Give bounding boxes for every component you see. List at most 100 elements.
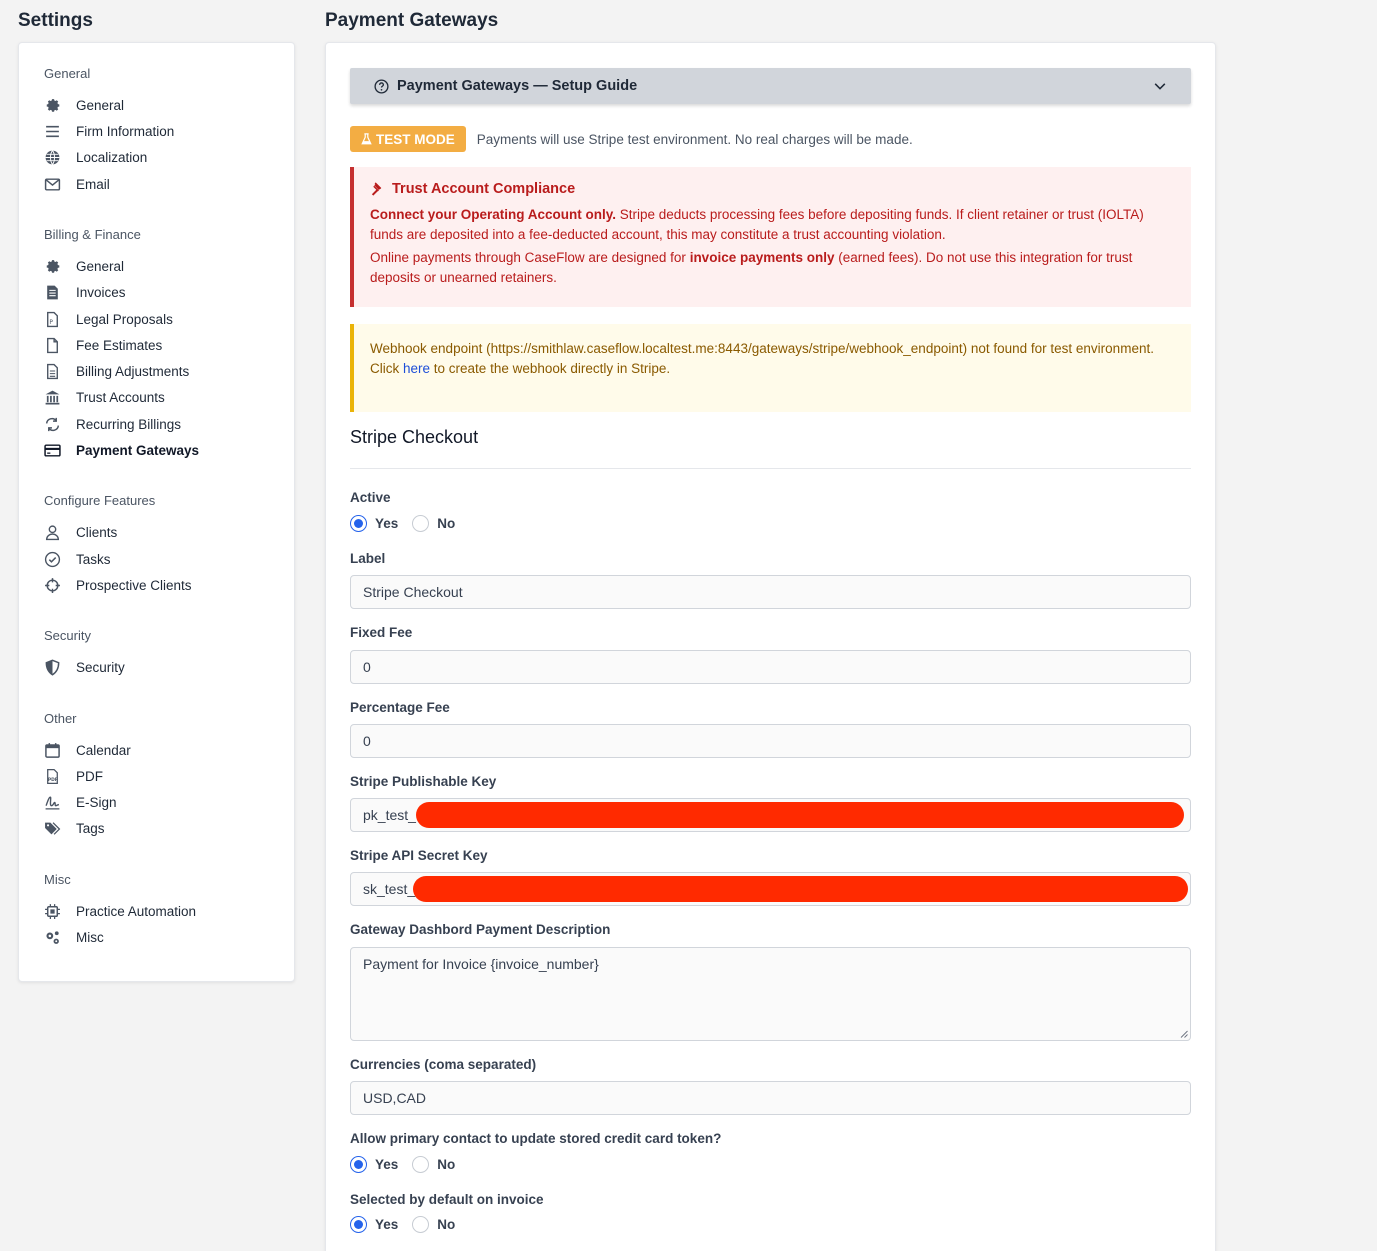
sidebar-item-label: Tags xyxy=(76,820,105,836)
active-label: Active xyxy=(350,490,391,505)
chip-icon xyxy=(44,903,61,920)
description-textarea[interactable]: Payment for Invoice {invoice_number} xyxy=(350,947,1191,1041)
webhook-warning-alert: Webhook endpoint (https://smithlaw.casef… xyxy=(350,324,1191,412)
settings-sidebar: General General Firm Information Localiz… xyxy=(18,42,295,982)
tags-icon xyxy=(44,820,61,837)
trust-compliance-paragraph-1: Connect your Operating Account only. Str… xyxy=(370,205,1175,244)
repeat-icon xyxy=(44,416,61,433)
webhook-warning-action: Click here to create the webhook directl… xyxy=(370,359,1175,379)
file-icon xyxy=(44,337,61,354)
secret-key-value: sk_test_ xyxy=(363,881,416,897)
secret-key-label: Stripe API Secret Key xyxy=(350,848,488,863)
sidebar-item-recurring-billings[interactable]: Recurring Billings xyxy=(44,413,284,435)
trust-compliance-emphasis: Connect your Operating Account only. xyxy=(370,207,617,222)
radio-label: No xyxy=(437,1217,456,1232)
sidebar-item-payment-gateways[interactable]: Payment Gateways xyxy=(44,439,284,461)
sidebar-item-security[interactable]: Security xyxy=(44,656,284,678)
sidebar-section-security: Security xyxy=(44,628,91,643)
active-no-radio[interactable]: No xyxy=(412,515,455,532)
redaction-mark xyxy=(413,876,1188,902)
gears-icon xyxy=(44,929,61,946)
resize-handle-icon[interactable] xyxy=(1180,1030,1188,1038)
sidebar-item-misc[interactable]: Misc xyxy=(44,926,284,948)
sidebar-item-label: Fee Estimates xyxy=(76,337,163,353)
sidebar-item-legal-proposals[interactable]: P Legal Proposals xyxy=(44,308,284,330)
pdf-icon: PDF xyxy=(44,768,61,785)
sidebar-item-trust-accounts[interactable]: Trust Accounts xyxy=(44,386,284,408)
radio-dot xyxy=(412,1156,430,1173)
label-input[interactable]: Stripe Checkout xyxy=(350,575,1191,609)
divider xyxy=(350,468,1191,469)
sidebar-item-calendar[interactable]: Calendar xyxy=(44,739,284,761)
trust-compliance-text: Online payments through CaseFlow are des… xyxy=(370,250,690,265)
trust-compliance-title: Trust Account Compliance xyxy=(370,181,1175,197)
sidebar-item-prospective-clients[interactable]: Prospective Clients xyxy=(44,574,284,596)
active-radio-group: Yes No xyxy=(350,515,469,532)
sidebar-item-general[interactable]: General xyxy=(44,94,284,116)
active-yes-radio[interactable]: Yes xyxy=(350,515,398,532)
sidebar-item-label: Recurring Billings xyxy=(76,416,182,432)
gear-icon xyxy=(44,97,61,114)
sidebar-item-tags[interactable]: Tags xyxy=(44,817,284,839)
radio-label: Yes xyxy=(375,516,399,531)
percentage-fee-label: Percentage Fee xyxy=(350,700,450,715)
trust-compliance-emphasis: invoice payments only xyxy=(689,250,835,265)
sidebar-item-firm-information[interactable]: Firm Information xyxy=(44,120,284,142)
sidebar-item-practice-automation[interactable]: Practice Automation xyxy=(44,900,284,922)
user-icon xyxy=(44,524,61,541)
sidebar-item-label: Calendar xyxy=(76,742,131,758)
label-field-label: Label xyxy=(350,551,386,566)
sidebar-item-label: Misc xyxy=(76,929,104,945)
currencies-input[interactable]: USD,CAD xyxy=(350,1081,1191,1115)
sidebar-item-e-sign[interactable]: E-Sign xyxy=(44,791,284,813)
default-selected-yes-radio[interactable]: Yes xyxy=(350,1216,398,1233)
percentage-fee-input[interactable]: 0 xyxy=(350,724,1191,758)
currencies-label: Currencies (coma separated) xyxy=(350,1057,537,1072)
radio-dot xyxy=(350,515,367,532)
bars-icon xyxy=(44,123,61,140)
sidebar-section-general: General xyxy=(44,66,91,81)
sidebar-item-clients[interactable]: Clients xyxy=(44,521,284,543)
sidebar-item-label: Prospective Clients xyxy=(76,577,192,593)
sidebar-item-billing-adjustments[interactable]: Billing Adjustments xyxy=(44,360,284,382)
sidebar-item-localization[interactable]: Localization xyxy=(44,146,284,168)
sidebar-item-pdf[interactable]: PDF PDF xyxy=(44,765,284,787)
sidebar-item-label: PDF xyxy=(76,768,103,784)
allow-update-yes-radio[interactable]: Yes xyxy=(350,1156,398,1173)
svg-text:PDF: PDF xyxy=(48,776,58,782)
default-selected-radio-group: Yes No xyxy=(350,1216,469,1233)
sidebar-item-fee-estimates[interactable]: Fee Estimates xyxy=(44,334,284,356)
sidebar-item-billing-general[interactable]: General xyxy=(44,255,284,277)
question-circle-icon xyxy=(374,78,389,94)
sidebar-item-label: Tasks xyxy=(76,551,111,567)
allow-update-no-radio[interactable]: No xyxy=(412,1156,455,1173)
sidebar-item-invoices[interactable]: Invoices xyxy=(44,281,284,303)
page-title: Payment Gateways xyxy=(325,10,499,31)
sidebar-item-label: General xyxy=(76,258,125,274)
sidebar-section-billing: Billing & Finance xyxy=(44,227,141,242)
trust-compliance-alert: Trust Account Compliance Connect your Op… xyxy=(350,167,1191,307)
sidebar-item-email[interactable]: Email xyxy=(44,173,284,195)
trust-compliance-title-text: Trust Account Compliance xyxy=(392,181,576,197)
create-webhook-link[interactable]: here xyxy=(403,361,430,376)
default-selected-no-radio[interactable]: No xyxy=(412,1216,455,1233)
document-lines-icon xyxy=(44,363,61,380)
svg-text:P: P xyxy=(49,319,53,325)
envelope-icon xyxy=(44,176,61,193)
settings-title: Settings xyxy=(18,10,93,31)
sidebar-item-tasks[interactable]: Tasks xyxy=(44,548,284,570)
sidebar-item-label: Trust Accounts xyxy=(76,389,165,405)
setup-guide-title: Payment Gateways — Setup Guide xyxy=(397,78,638,94)
sidebar-item-label: Billing Adjustments xyxy=(76,363,190,379)
radio-label: No xyxy=(437,1157,456,1172)
sidebar-item-label: Email xyxy=(76,176,110,192)
radio-label: No xyxy=(437,516,456,531)
radio-dot xyxy=(350,1156,367,1173)
setup-guide-toggle[interactable]: Payment Gateways — Setup Guide xyxy=(350,68,1191,104)
fixed-fee-label: Fixed Fee xyxy=(350,625,413,640)
globe-icon xyxy=(44,149,61,166)
fixed-fee-input[interactable]: 0 xyxy=(350,650,1191,684)
sidebar-item-label: Firm Information xyxy=(76,123,175,139)
sidebar-section-misc: Misc xyxy=(44,872,71,887)
allow-update-label: Allow primary contact to update stored c… xyxy=(350,1131,722,1146)
